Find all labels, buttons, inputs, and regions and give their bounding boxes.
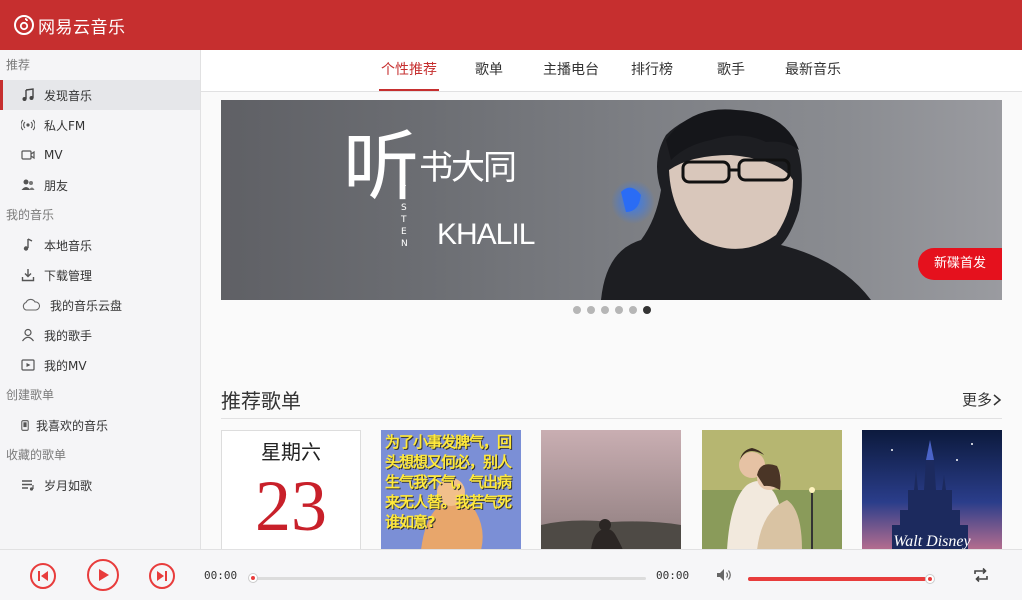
sidebar-item-label: 本地音乐 [44, 238, 93, 253]
recommended-playlists-header: 推荐歌单 更多 [221, 381, 1002, 419]
sidebar-section-title: 收藏的歌单 [6, 448, 67, 462]
total-time: 00:00 [656, 569, 690, 582]
sidebar-item-friends[interactable]: 朋友 [0, 170, 200, 200]
sidebar-item-label: 发现音乐 [44, 88, 93, 103]
sidebar-item-label: 我的MV [44, 358, 87, 373]
app-window: 网易云音乐 推荐 发现音乐 私人FM MV 朋友 我的音乐 本地音乐 下载管理 … [0, 0, 1022, 600]
tab-artists[interactable]: 歌手 [711, 50, 751, 91]
previous-button[interactable] [30, 563, 56, 589]
carousel-dot[interactable] [587, 306, 595, 314]
repeat-icon[interactable] [973, 567, 989, 583]
playlist-cover-image [702, 430, 842, 549]
sidebar-item-label: MV [44, 148, 63, 162]
app-logo[interactable]: 网易云音乐 [14, 13, 126, 38]
volume-fill [748, 577, 926, 581]
banner-carousel[interactable]: 听 LISTEN 书大同 KHALIL 新碟首发 [221, 100, 1002, 300]
play-button[interactable] [87, 559, 119, 591]
progress-track[interactable] [254, 577, 646, 580]
sidebar-item-label: 岁月如歌 [44, 478, 93, 493]
tab-bar: 个性推荐 歌单 主播电台 排行榜 歌手 最新音乐 [201, 50, 1022, 92]
tab-charts[interactable]: 排行榜 [627, 50, 677, 91]
sidebar-item-playlist[interactable]: 岁月如歌 [0, 470, 200, 500]
playlist-cover-image: Walt Disney [862, 430, 1002, 549]
carousel-dot[interactable] [573, 306, 581, 314]
friends-icon [20, 177, 36, 193]
radio-icon [20, 117, 36, 133]
calendar-day: 23 [255, 466, 327, 546]
carousel-dot-active[interactable] [643, 306, 651, 314]
carousel-dot[interactable] [601, 306, 609, 314]
cloud-icon [20, 297, 42, 313]
banner-album-title: 书大同 [419, 148, 517, 188]
netease-music-logo-icon [14, 15, 34, 35]
skip-previous-icon [38, 571, 48, 581]
sidebar-section-title: 推荐 [6, 58, 31, 72]
music-note-icon [20, 237, 36, 253]
phone-icon [20, 417, 30, 433]
skip-next-icon [157, 571, 167, 581]
user-icon [20, 327, 36, 343]
sidebar-item-label: 私人FM [44, 118, 86, 133]
carousel-dot[interactable] [615, 306, 623, 314]
download-icon [20, 267, 36, 283]
sidebar-item-my-mv[interactable]: 我的MV [0, 350, 200, 380]
next-button[interactable] [149, 563, 175, 589]
sidebar: 推荐 发现音乐 私人FM MV 朋友 我的音乐 本地音乐 下载管理 我的音乐云盘… [0, 50, 201, 549]
volume-handle[interactable] [925, 574, 935, 584]
sidebar-item-label: 我的音乐云盘 [50, 298, 123, 313]
tab-personal-recommend[interactable]: 个性推荐 [379, 50, 439, 91]
main-content: 个性推荐 歌单 主播电台 排行榜 歌手 最新音乐 听 LISTEN 书大同 KH… [201, 50, 1022, 549]
title-bar: 网易云音乐 [0, 0, 1022, 50]
sidebar-item-discover-music[interactable]: 发现音乐 [0, 80, 200, 110]
playlist-card[interactable]: 为了小事发脾气，回头想想又何必，别人生气我不气，气出病来无人替。我若气死谁如意? [381, 430, 521, 549]
banner-artwork [601, 109, 871, 300]
progress-handle[interactable] [248, 573, 258, 583]
sidebar-item-mv[interactable]: MV [0, 140, 200, 170]
playlist-cover-text: 为了小事发脾气，回头想想又何必，别人生气我不气，气出病来无人替。我若气死谁如意? [385, 433, 512, 531]
banner-vertical-text: LISTEN [401, 179, 411, 249]
app-title: 网易云音乐 [38, 17, 126, 38]
sidebar-section-title: 我的音乐 [6, 208, 55, 222]
new-release-badge[interactable]: 新碟首发 [918, 248, 1002, 280]
sidebar-section-title: 创建歌单 [6, 388, 55, 402]
more-link[interactable]: 更多 [962, 389, 1002, 410]
playlist-cover-image [541, 430, 681, 549]
player-bar: 00:00 00:00 [0, 549, 1022, 600]
music-note-icon [20, 87, 36, 103]
section-title: 推荐歌单 [221, 389, 301, 413]
play-box-icon [20, 357, 36, 373]
sidebar-item-label: 朋友 [44, 178, 69, 193]
sidebar-item-download-manager[interactable]: 下载管理 [0, 260, 200, 290]
svg-text:Walt Disney: Walt Disney [893, 533, 971, 549]
play-icon [99, 569, 109, 581]
playlist-card[interactable]: Walt Disney [862, 430, 1002, 549]
playlist-icon [20, 477, 36, 493]
sidebar-item-local-music[interactable]: 本地音乐 [0, 230, 200, 260]
tab-radio[interactable]: 主播电台 [539, 50, 603, 91]
sidebar-item-liked-music[interactable]: 我喜欢的音乐 [0, 410, 200, 440]
carousel-dot[interactable] [629, 306, 637, 314]
carousel-indicators [573, 306, 651, 314]
video-icon [20, 147, 36, 163]
sidebar-item-personal-fm[interactable]: 私人FM [0, 110, 200, 140]
tab-new-music[interactable]: 最新音乐 [783, 50, 843, 91]
playlist-card[interactable] [702, 430, 842, 549]
sidebar-item-label: 下载管理 [44, 268, 93, 283]
more-label: 更多 [961, 391, 992, 409]
playlist-card-daily[interactable]: 星期六 23 [221, 430, 361, 549]
banner-artist-name: KHALIL [437, 218, 535, 251]
playlist-card[interactable] [541, 430, 681, 549]
sidebar-item-cloud-drive[interactable]: 我的音乐云盘 [0, 290, 200, 320]
chevron-right-icon [993, 393, 1002, 406]
sidebar-item-label: 我的歌手 [44, 328, 93, 343]
sidebar-item-my-artists[interactable]: 我的歌手 [0, 320, 200, 350]
tab-playlists[interactable]: 歌单 [469, 50, 509, 91]
volume-icon[interactable] [716, 568, 734, 582]
sidebar-item-label: 我喜欢的音乐 [36, 418, 109, 433]
current-time: 00:00 [204, 569, 238, 582]
